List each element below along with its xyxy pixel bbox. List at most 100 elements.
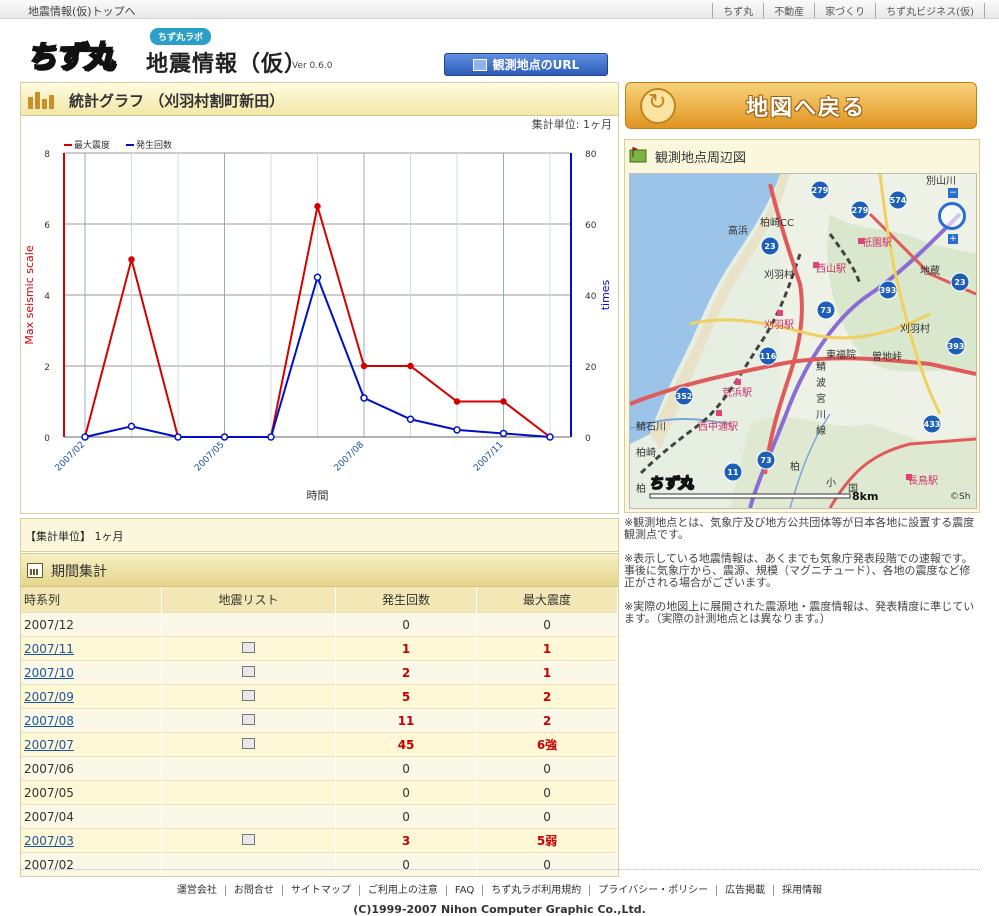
count-cell: 0 (335, 612, 478, 637)
period-cell: 2007/07 (21, 732, 162, 757)
route-number: 73 (760, 456, 771, 465)
period-cell: 2007/02 (21, 852, 162, 876)
max-intensity-cell: 0 (476, 852, 618, 876)
route-number: 11 (727, 468, 739, 477)
data-point (360, 362, 368, 370)
map-place-label: 刈羽駅 (764, 318, 794, 331)
nav-link-business[interactable]: ちず丸ビジネス(仮) (875, 3, 985, 18)
y-tick-label-left: 8 (44, 150, 50, 160)
quake-list-icon[interactable] (239, 641, 256, 656)
nav-link-chizumaru[interactable]: ちず丸 (712, 3, 763, 18)
statistics-graph-panel: 統計グラフ （刈羽村割町新田） 集計単位: 1ヶ月 0 2 4 6 8 0 20 40 60 80… (20, 82, 619, 514)
max-intensity-cell: 0 (476, 780, 618, 805)
footer-link-terms-notes[interactable]: ご利用上の注意 (358, 885, 446, 896)
column-header-max-intensity: 最大震度 (476, 587, 618, 613)
y-axis-label-right: times (599, 279, 612, 310)
observation-url-button[interactable]: 観測地点のURL (444, 53, 608, 76)
quake-list-icon[interactable] (239, 833, 256, 848)
top-bar: 地震情報(仮)トップへ ちず丸 不動産 家づくり ちず丸ビジネス(仮) (0, 0, 999, 19)
data-point (546, 433, 554, 441)
map-place-label: 川 (816, 410, 826, 421)
data-point (174, 433, 182, 441)
magnifier-icon[interactable] (938, 202, 966, 230)
note-accuracy: ※実際の地図上に展開された震源地・震度情報は、発表精度に準じています。（実際の計… (624, 600, 975, 625)
footer-link-contact[interactable]: お問合せ (224, 885, 282, 896)
period-cell: 2007/09 (21, 684, 162, 709)
data-point (406, 415, 415, 423)
period-link[interactable]: 2007/09 (24, 690, 74, 704)
footer-link-labo-terms[interactable]: ちず丸ラボ利用規約 (482, 885, 590, 896)
period-link[interactable]: 2007/10 (24, 666, 74, 680)
table-row: 2007/05 0 0 (21, 780, 618, 805)
station-map[interactable]: 279 279 574 23 393 23 73 116 393 352 433 73 11 別山川 高浜… (629, 173, 977, 509)
period-cell: 2007/03 (21, 828, 162, 853)
zoom-in-button[interactable]: + (948, 234, 958, 244)
count-cell: 3 (335, 828, 478, 853)
map-place-label: 柏崎CC (760, 216, 794, 229)
data-point (499, 429, 508, 438)
count-cell: 0 (335, 756, 478, 781)
quake-list-cell (161, 636, 337, 661)
quake-list-cell (161, 660, 337, 685)
period-text: 2007/12 (24, 617, 74, 632)
data-point (220, 433, 229, 441)
legend-label: 最大震度 (74, 139, 110, 151)
map-place-label: 宮 (816, 392, 826, 405)
footer-link-faq[interactable]: FAQ (445, 885, 483, 896)
data-point (453, 426, 461, 434)
period-cell: 2007/12 (21, 612, 162, 637)
quake-list-cell (161, 828, 337, 853)
top-nav-links: ちず丸 不動産 家づくり ちず丸ビジネス(仮) (712, 3, 985, 18)
period-text: 2007/06 (24, 761, 74, 776)
table-row: 2007/06 0 0 (21, 756, 618, 781)
x-tick-label: 2007/08 (333, 440, 367, 474)
data-point (453, 398, 461, 405)
x-tick-label: 2007/02 (54, 440, 88, 474)
map-place-label: 祇園駅 (862, 237, 892, 249)
legend-label: 発生回数 (136, 139, 172, 151)
footer-link-sitemap[interactable]: サイトマップ (281, 885, 359, 896)
count-cell: 11 (335, 708, 478, 733)
quake-list-cell (161, 708, 337, 733)
quake-list-cell (161, 684, 337, 709)
period-link[interactable]: 2007/11 (24, 642, 74, 656)
data-point (407, 362, 414, 370)
zoom-out-button[interactable]: − (948, 188, 958, 198)
quake-list-cell (161, 756, 337, 781)
footer-link-privacy[interactable]: プライバシー・ポリシー (589, 885, 717, 896)
footer-link-recruit[interactable]: 採用情報 (773, 885, 831, 896)
period-link[interactable]: 2007/07 (24, 738, 74, 752)
map-header: 観測地点周辺図 (625, 140, 979, 170)
nav-link-fudosan[interactable]: 不動産 (763, 3, 814, 18)
route-number: 279 (852, 206, 869, 215)
map-place-label: 柏 (790, 460, 800, 473)
max-intensity-cell: 1 (476, 636, 618, 661)
chizumaru-logo[interactable]: ちず丸 (25, 32, 136, 76)
count-cell: 2 (335, 660, 478, 685)
page-title: 地震情報（仮） (146, 52, 308, 77)
graph-unit-label: 集計単位: 1ヶ月 (531, 118, 612, 131)
table-row: 2007/04 0 0 (21, 804, 618, 829)
graph-header: 統計グラフ （刈羽村割町新田） (21, 83, 618, 116)
map-scale-label: 8km (852, 490, 879, 503)
period-link[interactable]: 2007/03 (24, 834, 74, 848)
bar-chart-icon (28, 92, 54, 109)
period-link[interactable]: 2007/08 (24, 714, 74, 728)
map-logo: ちず丸 (647, 474, 694, 493)
table-row: 2007/08 11 2 (21, 708, 618, 733)
footer-link-company[interactable]: 運営会社 (169, 885, 225, 896)
quake-list-icon[interactable] (239, 665, 256, 680)
max-intensity-cell: 0 (476, 612, 618, 637)
footer-link-advertising[interactable]: 広告掲載 (716, 885, 774, 896)
breadcrumb-top-link[interactable]: 地震情報(仮)トップへ (28, 3, 136, 19)
quake-list-icon[interactable] (239, 713, 256, 728)
data-point (314, 203, 321, 210)
quake-list-icon[interactable] (239, 737, 256, 752)
y-tick-label-left: 6 (44, 221, 50, 231)
max-intensity-cell: 0 (476, 804, 618, 829)
labo-badge: ちず丸ラボ (150, 28, 212, 45)
route-number: 23 (954, 278, 965, 287)
back-to-map-button[interactable]: 地図へ戻る (625, 82, 977, 129)
nav-link-iezukuri[interactable]: 家づくり (814, 3, 875, 18)
quake-list-icon[interactable] (239, 689, 256, 704)
